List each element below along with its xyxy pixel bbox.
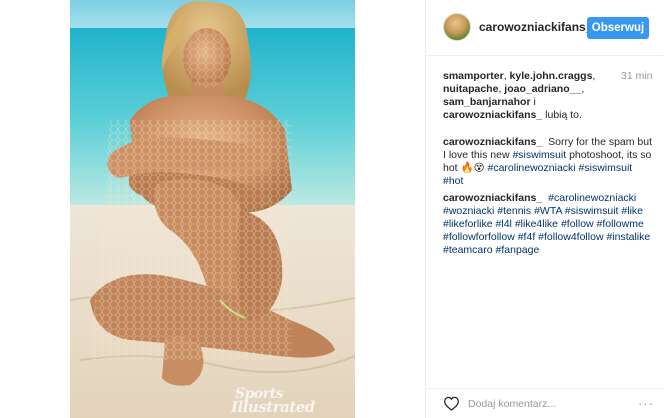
author-avatar[interactable] [443, 13, 471, 41]
comment: carowozniackifans_ #carolinewozniacki #w… [443, 192, 653, 257]
heart-icon[interactable] [443, 396, 460, 411]
instagram-post: Sports Illustrated carowozniackifans_ Ob… [0, 0, 664, 418]
post-time[interactable]: 31 min [621, 70, 653, 82]
like-user[interactable]: sam_banjarnahor [443, 96, 531, 108]
like-user[interactable]: joao_adriano__ [504, 83, 581, 95]
watermark-line2: Illustrated [231, 398, 315, 416]
comment-input[interactable] [468, 394, 618, 414]
hashtag[interactable]: #carolinewozniacki [548, 192, 636, 204]
like-user[interactable]: kyle.john.craggs [510, 70, 593, 82]
comment: carowozniackifans_ Sorry for the spam bu… [443, 136, 653, 188]
comment-username[interactable]: carowozniackifans_ [443, 136, 542, 148]
hashtag[interactable]: #like [621, 205, 643, 217]
hashtag[interactable]: #siswimsuit [512, 149, 566, 161]
comment-emoji: 🔥😵 [460, 162, 485, 174]
author-username[interactable]: carowozniackifans_ [479, 20, 592, 34]
post-photo[interactable]: Sports Illustrated [70, 0, 355, 418]
follow-button[interactable]: Obserwuj [587, 17, 649, 39]
hashtag[interactable]: #followforfollow [443, 231, 515, 243]
post-sidebar: carowozniackifans_ Obserwuj smamporter, … [425, 0, 664, 418]
hashtag[interactable]: #siswimsuit [565, 205, 619, 217]
hashtag[interactable]: #hot [443, 175, 463, 187]
hashtag[interactable]: #carolinewozniacki [487, 162, 575, 174]
hashtag[interactable]: #siswimsuit [579, 162, 633, 174]
hashtag[interactable]: #like4like [515, 218, 558, 230]
comment-username[interactable]: carowozniackifans_ [443, 192, 542, 204]
hashtag[interactable]: #followme [597, 218, 644, 230]
sports-illustrated-watermark: Sports Illustrated [231, 387, 345, 415]
hashtag[interactable]: #wozniacki [443, 205, 494, 217]
more-options-icon[interactable]: ··· [638, 397, 654, 410]
hashtag[interactable]: #teamcaro [443, 244, 493, 256]
photo-area: Sports Illustrated [0, 0, 425, 418]
hashtag[interactable]: #f4f [518, 231, 536, 243]
hashtag[interactable]: #l4l [496, 218, 512, 230]
hashtag[interactable]: #follow [561, 218, 594, 230]
hashtag[interactable]: #follow4follow [538, 231, 603, 243]
hashtag[interactable]: #WTA [534, 205, 562, 217]
hashtag[interactable]: #tennis [497, 205, 531, 217]
comment-bar: ··· [426, 388, 664, 418]
like-user[interactable]: smamporter [443, 70, 504, 82]
likes-suffix: lubią to. [545, 109, 582, 121]
hashtag[interactable]: #fanpage [496, 244, 540, 256]
like-user[interactable]: carowozniackifans_ [443, 109, 542, 121]
hashtag[interactable]: #instalike [606, 231, 650, 243]
like-user[interactable]: nuitapache [443, 83, 498, 95]
likes-and-label: i [533, 96, 536, 108]
hashtag[interactable]: #likeforlike [443, 218, 493, 230]
likes-summary: smamporter, kyle.john.craggs, nuitapache… [443, 70, 596, 121]
post-header: carowozniackifans_ Obserwuj [426, 0, 664, 56]
